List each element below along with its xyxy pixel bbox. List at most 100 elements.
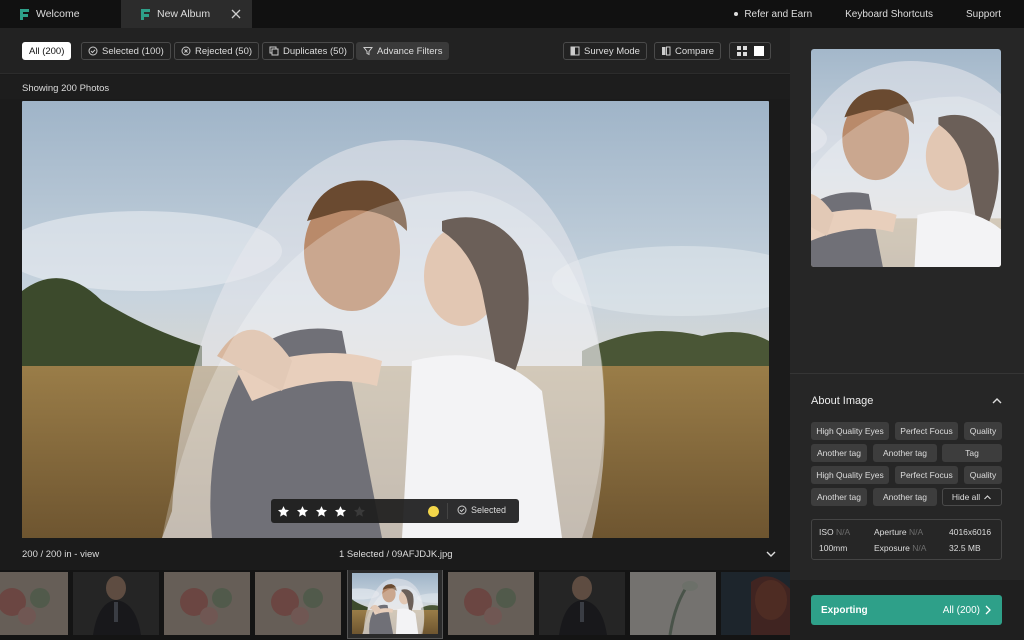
star-icon-3[interactable] — [315, 505, 328, 518]
star-icon-2[interactable] — [296, 505, 309, 518]
filter-toolbar: All (200) Selected (100) Rejected (50) D… — [0, 28, 790, 74]
tag-chip[interactable]: Tag — [942, 444, 1002, 462]
export-scope: All (200) — [943, 605, 992, 616]
tag-label: Perfect Focus — [900, 470, 953, 480]
refer-and-earn-link[interactable]: Refer and Earn — [734, 9, 812, 20]
rating-bar: Selected — [271, 499, 519, 523]
image-preview — [811, 49, 1001, 267]
filter-all-label: All (200) — [29, 45, 65, 57]
filter-selected-button[interactable]: Selected (100) — [81, 42, 171, 60]
keyboard-shortcuts-link[interactable]: Keyboard Shortcuts — [845, 9, 933, 20]
filter-rejected-button[interactable]: Rejected (50) — [174, 42, 260, 60]
tag-chip[interactable]: Quality — [964, 466, 1002, 484]
advance-filters-button[interactable]: Advance Filters — [356, 42, 450, 60]
filter-duplicates-label: Duplicates (50) — [283, 45, 347, 57]
compare-label: Compare — [675, 45, 715, 57]
photo-count-bar: Showing 200 Photos — [0, 75, 790, 99]
thumbnail[interactable] — [448, 572, 534, 635]
tag-chip[interactable]: Another tag — [811, 488, 867, 506]
focal-length-value: 100mm — [819, 543, 848, 553]
view-toggle — [729, 42, 771, 60]
filter-all-button[interactable]: All (200) — [22, 42, 72, 60]
support-link[interactable]: Support — [966, 9, 1001, 20]
hide-all-tags-button[interactable]: Hide all — [942, 488, 1002, 506]
filmstrip — [0, 570, 790, 640]
filter-funnel-icon — [363, 47, 373, 56]
compare-icon — [662, 46, 671, 56]
thumbnail-selected[interactable] — [347, 570, 443, 639]
support-label: Support — [965, 8, 1001, 20]
star-icon-5[interactable] — [353, 505, 366, 518]
bullet-icon — [734, 12, 739, 16]
thumbnail[interactable] — [0, 572, 68, 635]
chevron-down-icon[interactable] — [765, 548, 777, 560]
tag-label: Another tag — [883, 448, 927, 458]
grid-view-icon[interactable] — [736, 46, 747, 56]
tab-welcome[interactable]: Welcome — [0, 0, 121, 28]
tag-chip[interactable]: Perfect Focus — [895, 422, 958, 440]
tag-label: Another tag — [817, 492, 861, 502]
export-area: Exporting All (200) — [790, 580, 1024, 640]
filter-duplicates-button[interactable]: Duplicates (50) — [262, 42, 354, 60]
tag-label: Quality — [969, 426, 997, 436]
thumbnail[interactable] — [255, 572, 341, 635]
selected-status[interactable]: Selected — [457, 505, 506, 515]
compare-button[interactable]: Compare — [654, 42, 722, 60]
tab-new-album[interactable]: New Album — [121, 0, 252, 28]
chevron-right-icon — [985, 605, 991, 615]
thumbnail[interactable] — [539, 572, 625, 635]
iso-label: ISO — [819, 527, 834, 537]
tag-chip[interactable]: High Quality Eyes — [811, 422, 889, 440]
tag-chip[interactable]: Another tag — [811, 444, 867, 462]
tag-chip[interactable]: Quality — [964, 422, 1002, 440]
main-photo[interactable] — [22, 101, 769, 538]
chevron-up-icon[interactable] — [991, 395, 1003, 407]
tag-chip[interactable]: Another tag — [873, 444, 937, 462]
aperture-info: Aperture N/A — [874, 527, 923, 537]
check-circle-icon — [457, 505, 467, 515]
aperture-value: N/A — [908, 527, 924, 537]
app-window: Welcome New Album Refer and Earn Keyboar… — [0, 0, 1024, 640]
advance-filters-label: Advance Filters — [377, 45, 443, 57]
main-photo-image — [22, 101, 769, 538]
selection-info-label: 1 Selected / 09AFJDJK.jpg — [339, 549, 453, 560]
exposure-value: N/A — [912, 543, 927, 553]
refer-label: Refer and Earn — [744, 8, 813, 20]
app-logo-icon — [141, 8, 150, 20]
file-size-value: 32.5 MB — [949, 543, 981, 553]
duplicate-icon — [269, 46, 279, 56]
thumbnail[interactable] — [721, 572, 790, 635]
top-links: Refer and Earn Keyboard Shortcuts Suppor… — [701, 0, 1024, 28]
tag-label: High Quality Eyes — [816, 426, 884, 436]
status-bar: 200 / 200 in - view 1 Selected / 09AFJDJ… — [0, 540, 790, 570]
tag-label: Another tag — [817, 448, 861, 458]
check-circle-icon — [88, 46, 98, 56]
iso-value: N/A — [836, 527, 851, 537]
resolution-value: 4016x6016 — [949, 527, 992, 537]
export-button[interactable]: Exporting All (200) — [811, 595, 1002, 625]
survey-mode-button[interactable]: Survey Mode — [563, 42, 647, 60]
tag-chip[interactable]: Another tag — [873, 488, 937, 506]
divider — [447, 503, 448, 519]
tag-chip[interactable]: High Quality Eyes — [811, 466, 889, 484]
single-view-icon[interactable] — [753, 46, 764, 56]
thumbnail[interactable] — [630, 572, 716, 635]
thumbnail[interactable] — [73, 572, 159, 635]
iso-info: ISO N/A — [819, 527, 850, 537]
tab-new-album-label: New Album — [157, 8, 211, 20]
star-icon-1[interactable] — [277, 505, 290, 518]
exif-info: ISO N/A Aperture N/A 4016x6016 100mm Exp… — [811, 519, 1002, 560]
showing-count-label: Showing 200 Photos — [22, 83, 110, 94]
exposure-label: Exposure — [874, 543, 910, 553]
aperture-label: Aperture — [874, 527, 907, 537]
star-icon-4[interactable] — [334, 505, 347, 518]
chevron-up-icon — [984, 494, 992, 499]
divider — [790, 373, 1024, 374]
close-icon[interactable] — [229, 7, 243, 21]
selected-status-label: Selected — [471, 505, 507, 515]
tag-chip[interactable]: Perfect Focus — [895, 466, 958, 484]
tag-label: Perfect Focus — [900, 426, 953, 436]
details-panel: About Image High Quality Eyes Perfect Fo… — [790, 28, 1024, 640]
thumbnail[interactable] — [164, 572, 250, 635]
color-label-dot[interactable] — [428, 506, 439, 517]
